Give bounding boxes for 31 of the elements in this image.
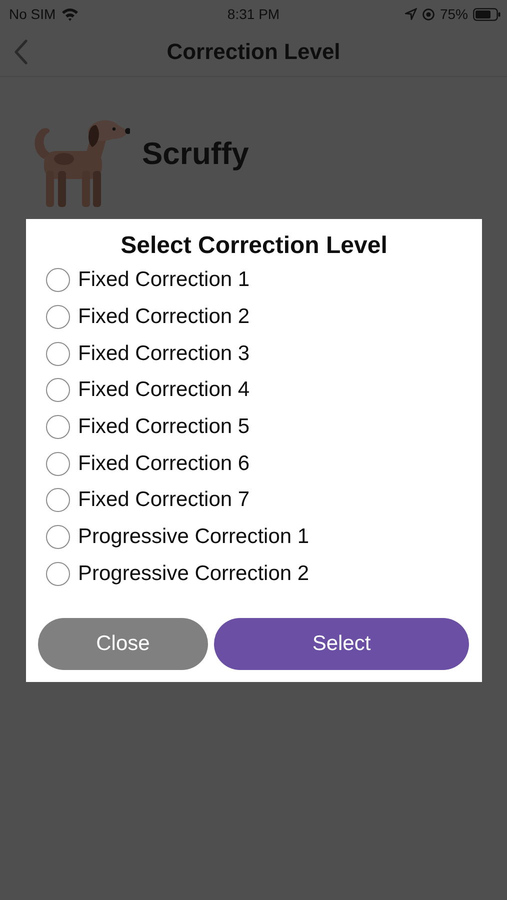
battery-percent: 75%	[440, 6, 468, 22]
radio-option[interactable]: Fixed Correction 2	[46, 298, 470, 336]
radio-option[interactable]: Fixed Correction 7	[46, 482, 470, 519]
radio-option[interactable]: Progressive Correction 1	[46, 518, 470, 556]
radio-button[interactable]	[46, 268, 70, 292]
radio-option[interactable]: Progressive Correction 2	[46, 556, 470, 592]
clock-time: 8:31 PM	[227, 6, 280, 22]
radio-option[interactable]: Fixed Correction 3	[46, 335, 470, 372]
rotation-lock-icon	[422, 8, 435, 20]
radio-button[interactable]	[46, 452, 70, 476]
radio-option[interactable]: Fixed Correction 4	[46, 372, 470, 409]
radio-button[interactable]	[46, 378, 70, 402]
radio-button[interactable]	[46, 488, 70, 512]
dialog-title: Select Correction Level	[120, 231, 388, 261]
radio-button[interactable]	[46, 305, 70, 330]
pet-name: Scruffy	[142, 136, 249, 172]
location-icon	[404, 8, 417, 20]
radio-option[interactable]: Fixed Correction 1	[46, 262, 470, 299]
back-button[interactable]	[14, 39, 28, 65]
battery-icon	[473, 8, 501, 20]
radio-button[interactable]	[46, 562, 70, 586]
radio-button[interactable]	[46, 525, 70, 550]
radio-button[interactable]	[46, 342, 70, 366]
close-button[interactable]: Close	[38, 618, 208, 670]
select-button[interactable]: Select	[214, 618, 469, 670]
page-title: Correction Level	[166, 39, 340, 65]
carrier-label: No SIM	[9, 6, 56, 22]
radio-option[interactable]: Fixed Correction 5	[46, 408, 470, 446]
radio-option[interactable]: Fixed Correction 6	[46, 445, 470, 482]
radio-button[interactable]	[46, 415, 70, 440]
wifi-icon	[60, 7, 79, 21]
